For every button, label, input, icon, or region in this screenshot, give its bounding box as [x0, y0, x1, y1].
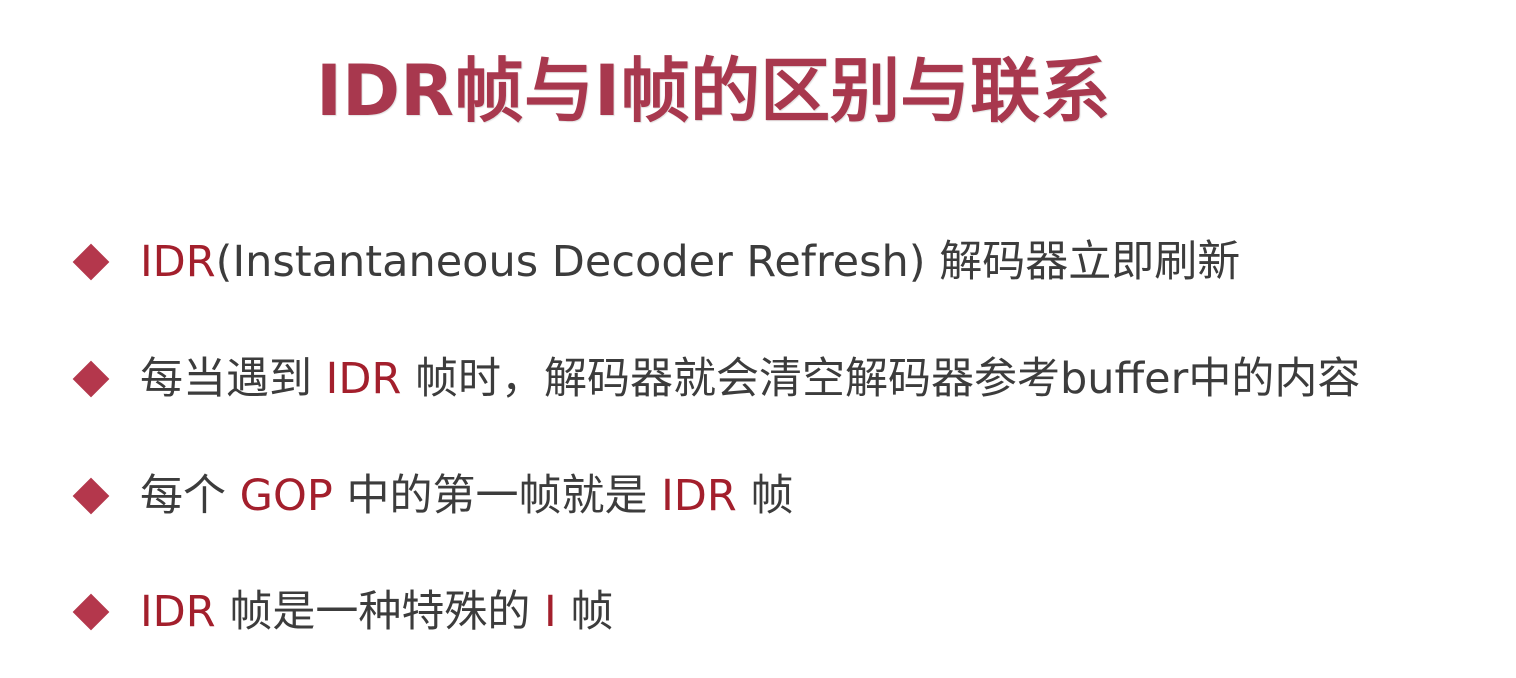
diamond-bullet-icon — [72, 243, 110, 281]
body-text: (Instantaneous Decoder Refresh) 解码器立即刷新 — [215, 237, 1241, 287]
bullet-item-special-i-frame: IDR 帧是一种特殊的 I 帧 — [72, 582, 613, 642]
bullet-item-gop-first-frame: 每个 GOP 中的第一帧就是 IDR 帧 — [72, 466, 793, 526]
bullet-text: IDR 帧是一种特殊的 I 帧 — [140, 582, 613, 642]
body-text: 帧时，解码器就会清空解码器参考buffer中的内容 — [401, 354, 1361, 404]
bullet-item-idr-definition: IDR(Instantaneous Decoder Refresh) 解码器立即… — [72, 232, 1240, 292]
bullet-item-clear-buffer: 每当遇到 IDR 帧时，解码器就会清空解码器参考buffer中的内容 — [72, 349, 1360, 409]
body-text: 帧 — [736, 471, 794, 521]
body-text: 中的第一帧就是 — [332, 471, 662, 521]
diamond-bullet-icon — [72, 360, 110, 398]
slide: IDR帧与I帧的区别与联系 IDR(Instantaneous Decoder … — [0, 0, 1516, 678]
body-text: 帧 — [556, 587, 614, 637]
bullet-text: IDR(Instantaneous Decoder Refresh) 解码器立即… — [140, 232, 1240, 292]
slide-title: IDR帧与I帧的区别与联系 — [316, 50, 1111, 132]
highlight-text: IDR — [325, 354, 402, 404]
highlight-text: GOP — [239, 471, 333, 521]
body-text: 每个 — [140, 471, 240, 521]
diamond-bullet-icon — [72, 477, 110, 515]
highlight-text: IDR — [661, 471, 737, 521]
highlight-text: IDR — [140, 587, 216, 637]
body-text: 帧是一种特殊的 — [215, 587, 545, 637]
highlight-text: IDR — [140, 237, 216, 287]
diamond-bullet-icon — [72, 593, 110, 631]
bullet-text: 每个 GOP 中的第一帧就是 IDR 帧 — [140, 466, 793, 526]
highlight-text: I — [544, 587, 557, 637]
bullet-text: 每当遇到 IDR 帧时，解码器就会清空解码器参考buffer中的内容 — [140, 349, 1360, 409]
body-text: 每当遇到 — [140, 354, 326, 404]
